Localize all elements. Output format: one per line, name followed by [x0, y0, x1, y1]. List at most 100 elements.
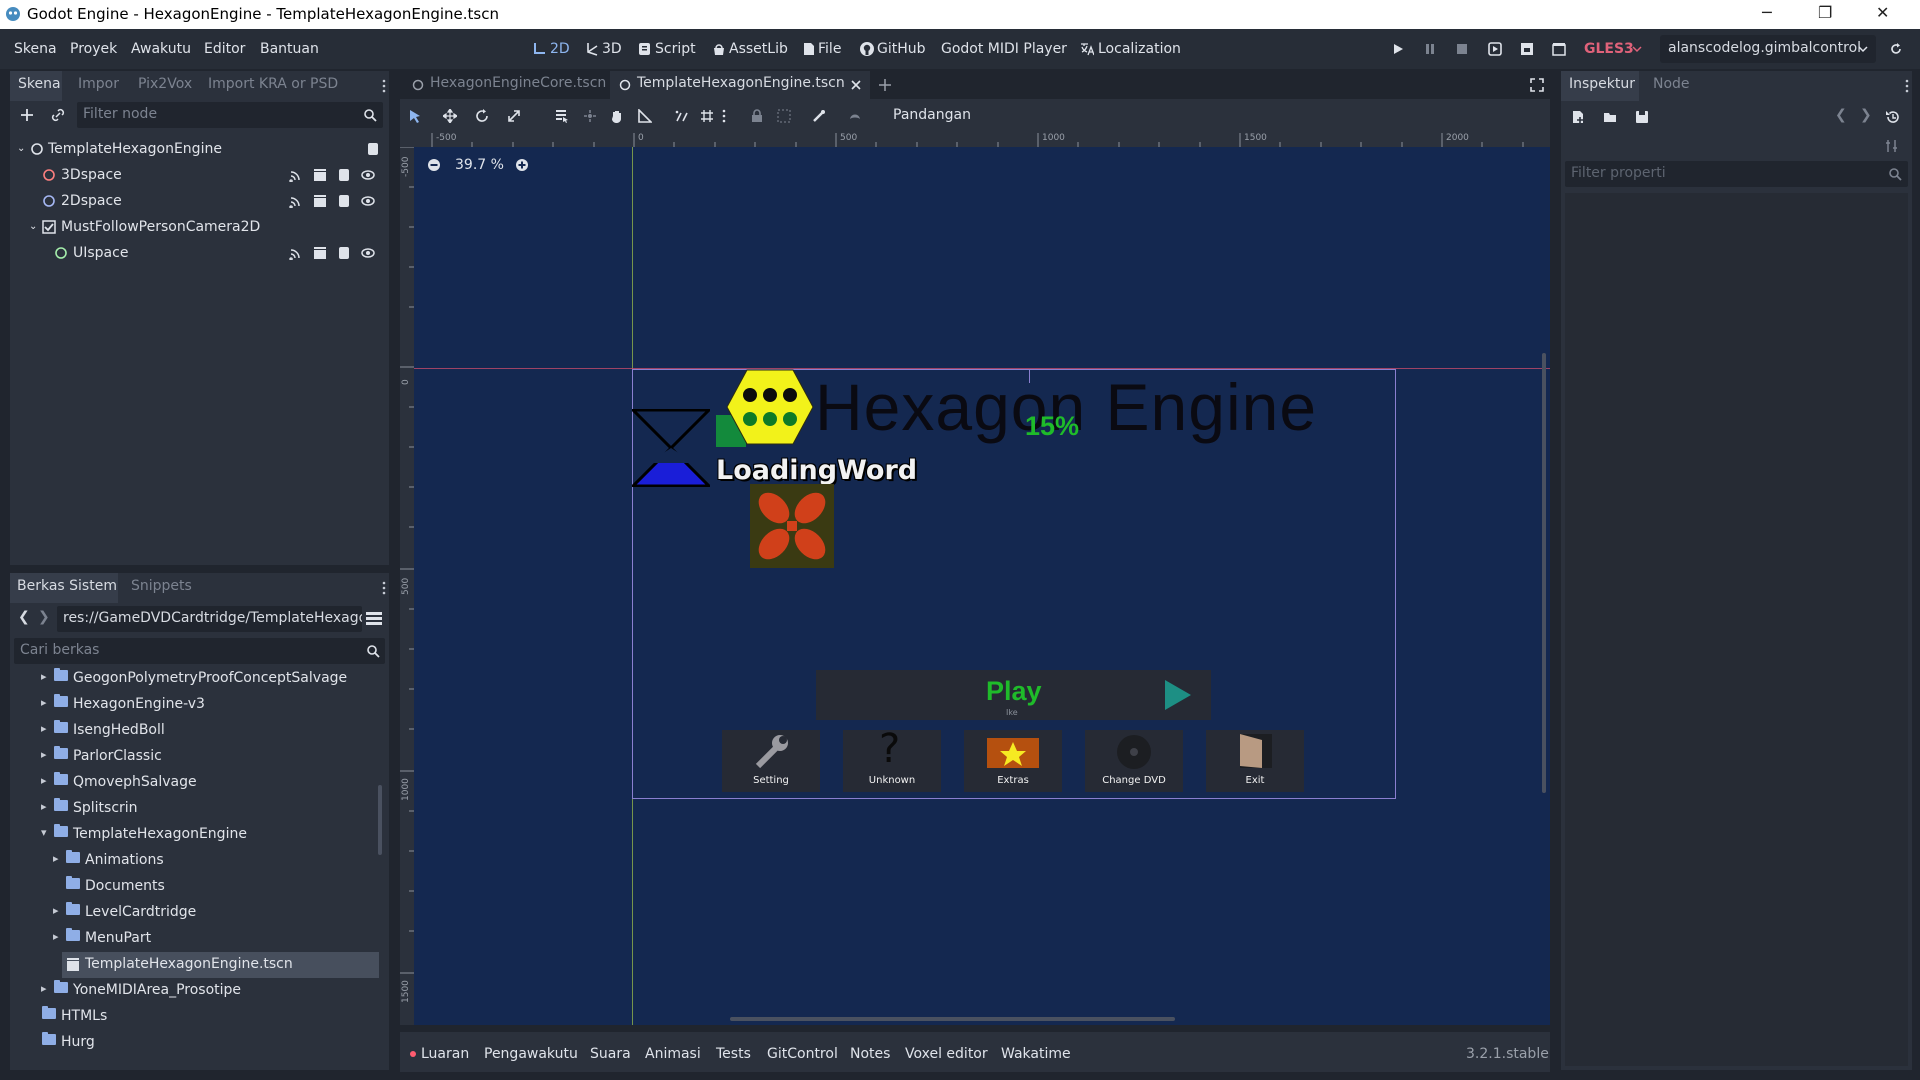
nav-back-icon[interactable]: ❮ — [18, 609, 30, 625]
fs-item[interactable]: Documents — [10, 874, 389, 900]
play-current-scene-icon[interactable] — [1488, 42, 1502, 56]
menu-bantuan[interactable]: Bantuan — [260, 41, 319, 57]
menu-skena[interactable]: Skena — [14, 41, 57, 57]
zoom-out-icon[interactable] — [427, 158, 441, 172]
search-files-field[interactable]: Cari berkas — [14, 638, 385, 664]
tab-hexagonenginecore[interactable]: HexagonEngineCore.tscn — [402, 71, 606, 99]
setting-button[interactable]: Setting — [722, 730, 820, 792]
pivot-tool-icon[interactable] — [583, 109, 597, 123]
new-resource-icon[interactable] — [1571, 110, 1585, 124]
groups-icon[interactable] — [313, 194, 327, 208]
visibility-eye-icon[interactable] — [361, 194, 375, 208]
open-folder-icon[interactable] — [1603, 110, 1617, 124]
script-icon[interactable] — [337, 168, 351, 182]
tab-notes[interactable]: Notes — [850, 1046, 890, 1062]
instance-scene-icon[interactable] — [51, 108, 65, 122]
unknown-button[interactable]: ? Unknown — [843, 726, 941, 792]
fs-scrollbar[interactable] — [378, 785, 382, 855]
tree-node-camera2d[interactable]: ⌄ MustFollowPersonCamera2D — [10, 215, 390, 241]
object-properties-icon[interactable] — [1885, 139, 1899, 153]
script-icon[interactable] — [337, 246, 351, 260]
new-tab-icon[interactable] — [878, 78, 892, 92]
script-icon[interactable] — [337, 194, 351, 208]
workspace-assetlib[interactable]: AssetLib — [729, 41, 788, 57]
move-tool-icon[interactable] — [443, 109, 457, 123]
rotate-tool-icon[interactable] — [475, 109, 489, 123]
menu-awakutu[interactable]: Awakutu — [131, 41, 191, 57]
nav-forward-icon[interactable]: ❯ — [38, 609, 50, 625]
change-dvd-button[interactable]: Change DVD — [1085, 730, 1183, 792]
tab-node[interactable]: Node — [1653, 76, 1690, 92]
fs-item[interactable]: ▸ LevelCardtridge — [10, 900, 389, 926]
signals-icon[interactable] — [289, 168, 303, 182]
tab-inspektur[interactable]: Inspektur — [1561, 71, 1639, 101]
tab-pix2vox[interactable]: Pix2Vox — [138, 76, 192, 92]
tab-animasi[interactable]: Animasi — [645, 1046, 701, 1062]
tab-impor[interactable]: Impor — [78, 76, 119, 92]
maximize-button[interactable]: ❐ — [1818, 3, 1832, 22]
pause-icon[interactable] — [1424, 43, 1436, 55]
zoom-level[interactable]: 39.7 % — [455, 157, 504, 173]
tab-voxel-editor[interactable]: Voxel editor — [905, 1046, 988, 1062]
fs-item[interactable]: ▸ GeogonPolymetryProofConceptSalvage — [10, 666, 389, 692]
tab-import-kra[interactable]: Import KRA or PSD — [208, 76, 338, 92]
signals-icon[interactable] — [289, 194, 303, 208]
tab-suara[interactable]: Suara — [590, 1046, 631, 1062]
tree-node-root[interactable]: ⌄ TemplateHexagonEngine — [10, 137, 390, 163]
play-scene-icon[interactable] — [1392, 43, 1404, 55]
fs-item[interactable]: ▸ IsengHedBoll — [10, 718, 389, 744]
add-node-icon[interactable] — [20, 108, 34, 122]
view-menu[interactable]: Pandangan — [893, 107, 971, 123]
tab-skena[interactable]: Skena — [10, 71, 62, 101]
tab-pengawakutu[interactable]: Pengawakutu — [484, 1046, 578, 1062]
grid-snap-icon[interactable] — [700, 109, 714, 123]
tree-node-2dspace[interactable]: 2Dspace — [10, 189, 390, 215]
tree-node-uispace[interactable]: UIspace — [10, 241, 390, 267]
select-tool-icon[interactable] — [408, 109, 422, 123]
fs-item[interactable]: Hurg — [10, 1030, 389, 1056]
fs-item[interactable]: ▸ HexagonEngine-v3 — [10, 692, 389, 718]
fs-item[interactable]: ▸ ParlorClassic — [10, 744, 389, 770]
workspace-github[interactable]: GitHub — [877, 41, 926, 57]
groups-icon[interactable] — [313, 246, 327, 260]
groups-icon[interactable] — [313, 168, 327, 182]
play-custom-scene-icon[interactable] — [1520, 42, 1534, 56]
fs-item-selected[interactable]: TemplateHexagonEngine.tscn — [62, 952, 379, 978]
visibility-eye-icon[interactable] — [361, 168, 375, 182]
tab-wakatime[interactable]: Wakatime — [1001, 1046, 1071, 1062]
horizontal-scrollbar[interactable] — [730, 1017, 1175, 1021]
tab-tests[interactable]: Tests — [716, 1046, 751, 1062]
tree-node-3dspace[interactable]: 3Dspace — [10, 163, 390, 189]
fs-item[interactable]: ▸ QmovephSalvage — [10, 770, 389, 796]
extras-button[interactable]: Extras — [964, 730, 1062, 792]
skeleton-icon[interactable] — [812, 109, 826, 123]
renderer-gles3[interactable]: GLES3 — [1584, 41, 1634, 57]
scale-tool-icon[interactable] — [507, 109, 521, 123]
workspace-2d[interactable]: 2D — [550, 41, 570, 57]
menu-proyek[interactable]: Proyek — [70, 41, 117, 57]
history-icon[interactable] — [1885, 110, 1899, 124]
reload-icon[interactable] — [1889, 42, 1903, 56]
stop-icon[interactable] — [1456, 43, 1468, 55]
snap-options-icon[interactable] — [722, 109, 726, 123]
path-field[interactable]: res://GameDVDCardtridge/TemplateHexago — [57, 606, 362, 632]
tab-berkas-sistem[interactable]: Berkas Sistem — [10, 573, 118, 603]
signals-icon[interactable] — [289, 246, 303, 260]
lock-icon[interactable] — [750, 109, 764, 123]
script-attached-icon[interactable] — [366, 142, 380, 156]
list-select-icon[interactable] — [555, 109, 569, 123]
filter-properties-field[interactable]: Filter properti — [1565, 161, 1908, 187]
movie-icon[interactable] — [1552, 42, 1566, 56]
tab-snippets[interactable]: Snippets — [131, 578, 192, 594]
close-window-button[interactable]: ✕ — [1876, 3, 1889, 22]
dock-menu-icon[interactable] — [1905, 79, 1909, 93]
dock-menu-icon[interactable] — [382, 79, 386, 93]
split-view-icon[interactable] — [366, 612, 382, 626]
fs-item[interactable]: ▸ YoneMIDIArea_Prosotipe — [10, 978, 389, 1004]
menu-editor[interactable]: Editor — [204, 41, 245, 57]
workspace-3d[interactable]: 3D — [602, 41, 622, 57]
minimize-button[interactable]: ─ — [1762, 3, 1772, 22]
tab-templatehexagonengine[interactable]: TemplateHexagonEngine.tscn — [610, 71, 870, 99]
zoom-in-icon[interactable] — [515, 158, 529, 172]
remote-selector[interactable]: alanscodelog.gimbalcontrol — [1660, 35, 1876, 63]
